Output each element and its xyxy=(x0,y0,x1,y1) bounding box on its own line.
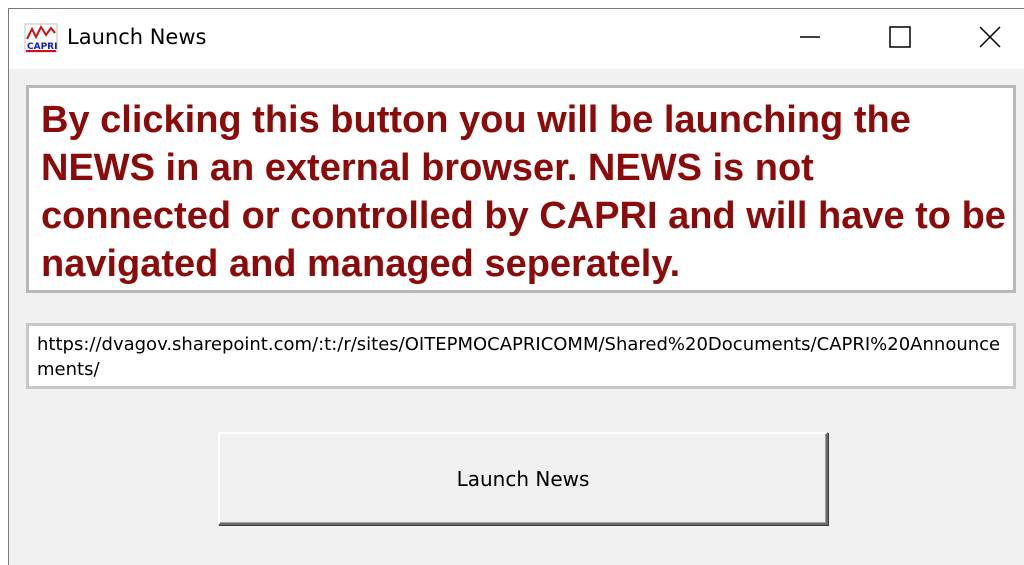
window-title: Launch News xyxy=(67,25,207,49)
maximize-icon xyxy=(889,26,911,52)
warning-message: By clicking this button you will be laun… xyxy=(41,99,1006,285)
url-field[interactable]: https://dvagov.sharepoint.com/:t:/r/site… xyxy=(26,323,1016,389)
minimize-icon xyxy=(800,27,820,51)
title-bar[interactable]: CAPRI Launch News xyxy=(9,9,1024,69)
launch-news-button[interactable]: Launch News xyxy=(218,432,828,525)
maximize-button[interactable] xyxy=(855,9,945,69)
message-panel: By clicking this button you will be laun… xyxy=(26,85,1016,293)
minimize-button[interactable] xyxy=(765,9,855,69)
close-icon xyxy=(979,26,1001,52)
launch-news-window: CAPRI Launch News By clicking this butto… xyxy=(8,8,1024,565)
close-button[interactable] xyxy=(945,9,1024,69)
app-logo-icon: CAPRI xyxy=(24,23,58,53)
url-value[interactable]: https://dvagov.sharepoint.com/:t:/r/site… xyxy=(37,332,1007,382)
